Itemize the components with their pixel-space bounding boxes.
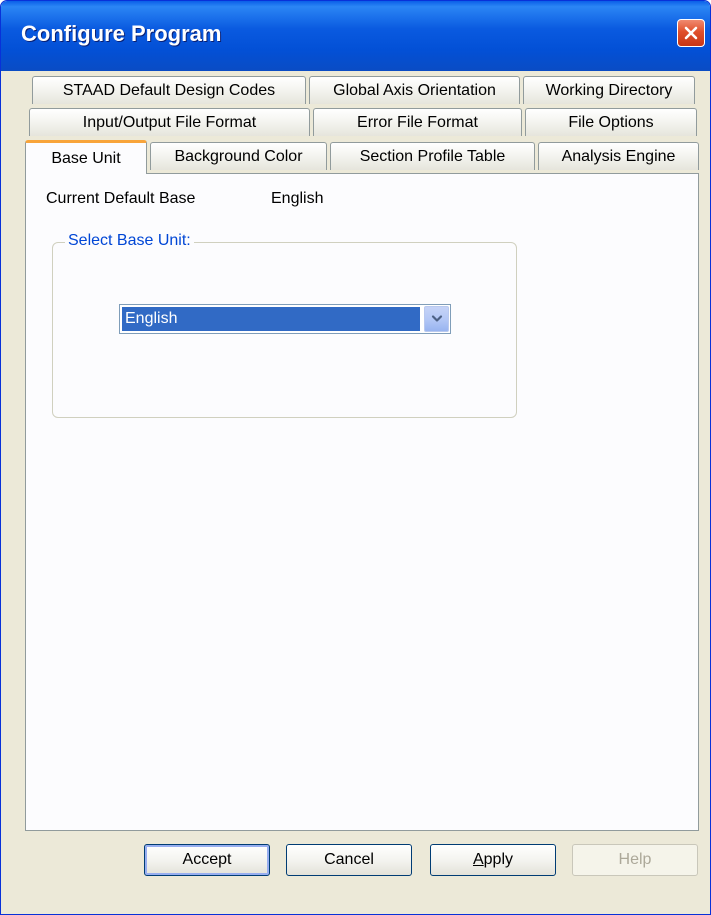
button-label: Cancel	[324, 851, 374, 868]
tab-working-directory[interactable]: Working Directory	[523, 76, 695, 104]
tab-label: Analysis Engine	[561, 147, 676, 165]
tab-label: Error File Format	[357, 113, 478, 131]
base-unit-dropdown[interactable]: English	[119, 304, 451, 334]
tab-analysis-engine[interactable]: Analysis Engine	[538, 142, 699, 170]
dialog-client-area: STAAD Default Design Codes Global Axis O…	[5, 71, 706, 910]
accept-button[interactable]: Accept	[144, 844, 270, 876]
cancel-button[interactable]: Cancel	[286, 844, 412, 876]
button-label: Help	[618, 851, 652, 868]
base-unit-selected-value: English	[122, 307, 420, 331]
tab-file-options[interactable]: File Options	[525, 108, 697, 136]
configure-program-dialog: Configure Program STAAD Default Design C…	[0, 0, 711, 915]
tab-label: Section Profile Table	[359, 147, 506, 165]
tab-error-file-format[interactable]: Error File Format	[313, 108, 522, 136]
current-default-base-label: Current Default Base	[46, 190, 196, 207]
title-bar[interactable]: Configure Program	[1, 1, 710, 71]
apply-mnemonic: A	[472, 851, 484, 868]
apply-label-rest: pply	[483, 851, 514, 868]
tab-label: Global Axis Orientation	[333, 81, 496, 99]
tab-label: Input/Output File Format	[82, 113, 257, 131]
apply-button[interactable]: Apply	[430, 844, 556, 876]
tab-global-axis-orientation[interactable]: Global Axis Orientation	[309, 76, 520, 104]
tab-base-unit[interactable]: Base Unit	[25, 140, 147, 174]
tab-label: File Options	[568, 113, 654, 131]
chevron-down-icon	[431, 315, 442, 322]
tab-section-profile-table[interactable]: Section Profile Table	[330, 142, 535, 170]
tab-label: Background Color	[174, 147, 303, 165]
base-unit-tab-page: Current Default Base English Select Base…	[25, 173, 699, 831]
close-button[interactable]	[677, 19, 705, 47]
tab-label: Base Unit	[51, 149, 121, 167]
button-label: Accept	[182, 851, 232, 868]
select-base-unit-group: Select Base Unit: English	[52, 232, 517, 418]
select-base-unit-label: Select Base Unit:	[65, 232, 194, 250]
tab-input-output-file-format[interactable]: Input/Output File Format	[29, 108, 310, 136]
help-button: Help	[572, 844, 698, 876]
window-title: Configure Program	[21, 21, 222, 46]
tab-label: Working Directory	[545, 81, 673, 99]
current-default-base-value: English	[271, 190, 324, 207]
tab-staad-default-design-codes[interactable]: STAAD Default Design Codes	[32, 76, 306, 104]
tab-background-color[interactable]: Background Color	[150, 142, 327, 170]
tab-label: STAAD Default Design Codes	[62, 81, 276, 99]
button-label: Apply	[473, 851, 513, 869]
close-icon	[684, 26, 698, 40]
dropdown-button[interactable]	[424, 306, 449, 332]
